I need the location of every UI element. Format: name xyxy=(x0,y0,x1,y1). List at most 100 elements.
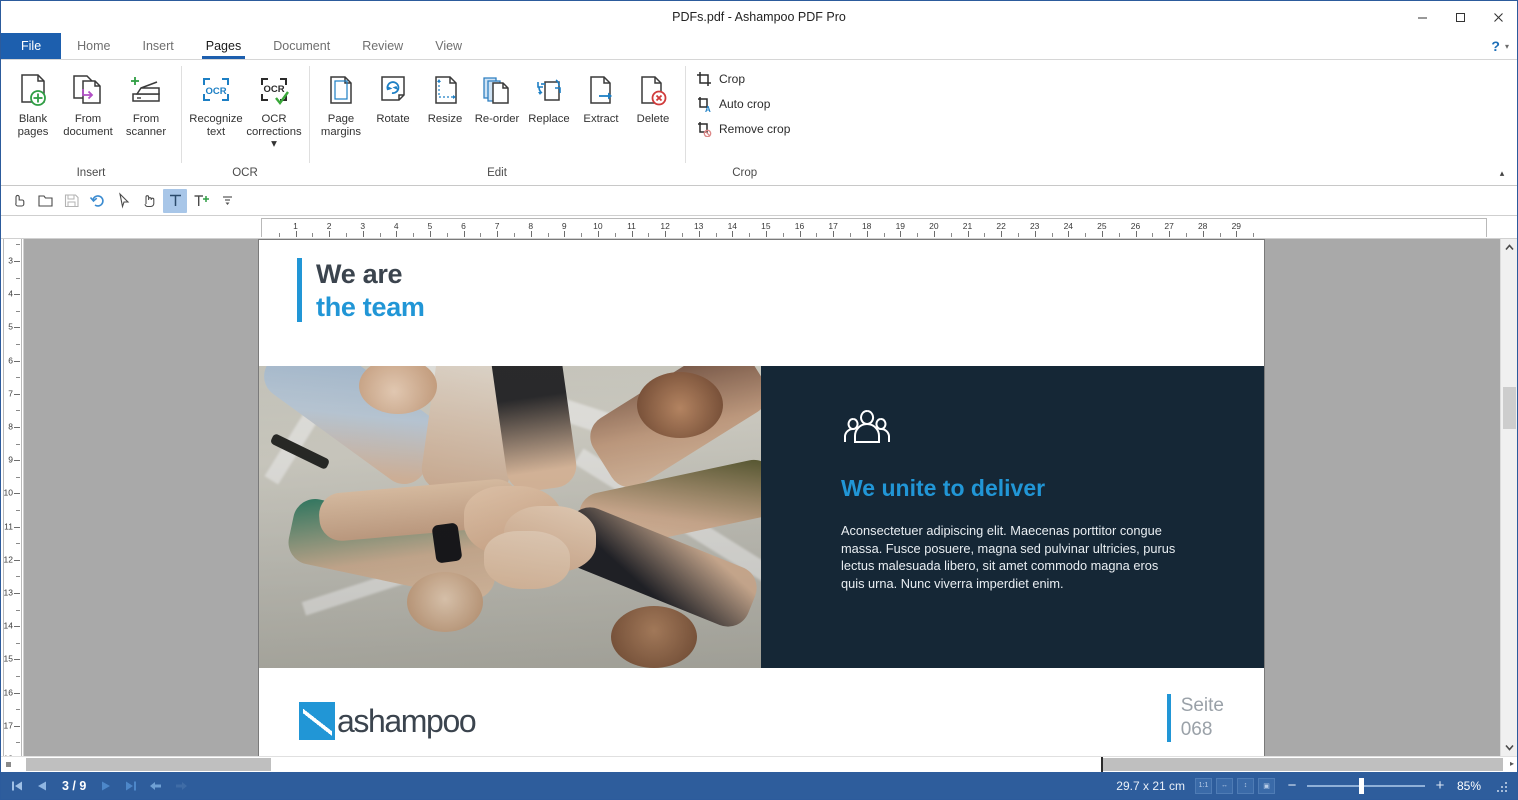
fit-page-button[interactable]: ↕ xyxy=(1237,777,1254,794)
ruler-tick-minor xyxy=(16,510,20,511)
tab-insert[interactable]: Insert xyxy=(127,33,190,59)
ruler-tick-minor xyxy=(1017,233,1019,237)
text-tool-icon[interactable] xyxy=(163,188,187,213)
maximize-button[interactable] xyxy=(1441,1,1479,33)
remove-crop-button[interactable]: Remove crop xyxy=(693,118,796,140)
resize-button[interactable]: Resize xyxy=(419,66,471,126)
navigate-back-button[interactable] xyxy=(146,776,166,796)
ruler-tick-minor xyxy=(1253,233,1255,237)
ruler-label: 3 xyxy=(8,255,13,266)
resize-grip[interactable] xyxy=(1497,780,1509,792)
ocr-corrections-button[interactable]: OCR OCR corrections ▾ xyxy=(245,66,303,151)
zoom-level[interactable]: 85% xyxy=(1457,779,1487,793)
toolbar-overflow-icon[interactable] xyxy=(215,189,239,213)
reorder-icon xyxy=(480,68,514,112)
ruler-label: 27 xyxy=(1164,221,1174,231)
extract-icon xyxy=(585,68,617,112)
remove-crop-icon xyxy=(695,120,713,138)
zoom-slider[interactable] xyxy=(1307,777,1425,794)
recognize-text-button[interactable]: OCR Recognize text xyxy=(187,66,245,138)
help-chevron-down-icon[interactable]: ▾ xyxy=(1505,42,1509,51)
zoom-slider-thumb[interactable] xyxy=(1359,777,1364,794)
from-scanner-icon xyxy=(127,68,165,112)
zoom-out-button[interactable]: − xyxy=(1285,778,1299,793)
hand-tool-icon[interactable] xyxy=(137,189,161,213)
close-button[interactable] xyxy=(1479,1,1517,33)
from-scanner-button[interactable]: From scanner xyxy=(117,66,175,138)
ruler-tick-minor xyxy=(782,233,784,237)
tab-file[interactable]: File xyxy=(1,33,62,59)
tab-document[interactable]: Document xyxy=(257,33,346,59)
help-icon[interactable]: ? xyxy=(1491,38,1500,54)
horizontal-scrollbar-secondary[interactable] xyxy=(1103,758,1503,771)
blank-pages-button[interactable]: Blank pages xyxy=(7,66,59,138)
open-folder-icon[interactable] xyxy=(33,189,57,213)
page-footer: ashampoo Seite 068 xyxy=(259,668,1264,756)
horizontal-ruler[interactable]: 1 2 3 4 5 6 7 8 9 10 11 12 13 14 15 16 17 18 19 20 21 22 23 24 2… xyxy=(1,216,1517,239)
ruler-label: 5 xyxy=(8,321,13,332)
ribbon-group-ocr: OCR Recognize text OCR OCR corrections ▾… xyxy=(181,60,309,185)
tab-view[interactable]: View xyxy=(419,33,478,59)
document-canvas[interactable]: We are the team We unite to deliver Acon… xyxy=(24,239,1500,756)
save-icon[interactable] xyxy=(59,189,83,213)
ruler-tick-minor xyxy=(480,233,482,237)
pdf-page[interactable]: We are the team We unite to deliver Acon… xyxy=(259,240,1264,756)
ruler-label: 18 xyxy=(861,221,872,231)
navigate-forward-button[interactable] xyxy=(171,776,191,796)
touch-mode-icon[interactable] xyxy=(7,189,31,213)
ruler-tick-minor xyxy=(345,233,347,237)
vertical-ruler[interactable]: 3456789101112131415161718 xyxy=(1,239,24,756)
reorder-button[interactable]: Re-order xyxy=(471,66,523,126)
crop-label: Crop xyxy=(719,72,746,86)
ruler-tick xyxy=(14,294,20,296)
scroll-down-icon[interactable] xyxy=(1501,739,1518,756)
ruler-tick-minor xyxy=(648,233,650,237)
vertical-scrollbar-thumb[interactable] xyxy=(1503,387,1516,429)
ribbon-collapse-chevron-up-icon[interactable]: ▴ xyxy=(1493,165,1511,181)
ruler-tick xyxy=(665,231,667,237)
ruler-tick xyxy=(14,559,20,561)
zoom-actual-size-button[interactable]: 1:1 xyxy=(1195,777,1212,794)
next-page-button[interactable] xyxy=(96,776,116,796)
add-text-icon[interactable] xyxy=(189,189,213,213)
minimize-button[interactable] xyxy=(1403,1,1441,33)
tab-review[interactable]: Review xyxy=(346,33,419,59)
extract-button[interactable]: Extract xyxy=(575,66,627,126)
crop-button[interactable]: Crop xyxy=(693,68,785,90)
dual-page-button[interactable]: ▣ xyxy=(1258,777,1275,794)
tab-home[interactable]: Home xyxy=(61,33,126,59)
tab-pages[interactable]: Pages xyxy=(190,33,257,59)
scroll-right-icon[interactable]: ▸ xyxy=(1510,759,1514,768)
fit-width-button[interactable]: ↔ xyxy=(1216,777,1233,794)
delete-button[interactable]: Delete xyxy=(627,66,679,126)
page-margins-button[interactable]: Page margins xyxy=(315,66,367,138)
scroll-left-icon[interactable] xyxy=(6,762,11,767)
rotate-button[interactable]: Rotate xyxy=(367,66,419,126)
ruler-tick xyxy=(799,231,801,237)
page-indicator[interactable]: 3 / 9 xyxy=(57,779,91,793)
crop-icon xyxy=(695,70,713,88)
ruler-label: 2 xyxy=(326,221,332,231)
ruler-tick xyxy=(597,231,599,237)
previous-page-button[interactable] xyxy=(32,776,52,796)
ribbon-group-crop: Crop A Auto crop Remove crop Crop xyxy=(685,60,804,185)
ruler-tick xyxy=(1236,231,1238,237)
scroll-up-icon[interactable] xyxy=(1501,239,1518,256)
auto-crop-button[interactable]: A Auto crop xyxy=(693,93,785,115)
horizontal-scrollbar[interactable]: ▸ xyxy=(1,756,1517,772)
ruler-tick-minor xyxy=(16,244,20,246)
last-page-button[interactable] xyxy=(121,776,141,796)
replace-button[interactable]: Replace xyxy=(523,66,575,126)
select-arrow-icon[interactable] xyxy=(111,189,135,213)
vertical-scrollbar[interactable] xyxy=(1500,239,1517,756)
ruler-tick xyxy=(530,231,532,237)
page-dimensions: 29.7 x 21 cm xyxy=(1116,778,1185,793)
application-window: PDFs.pdf - Ashampoo PDF Pro File Home In… xyxy=(0,0,1518,800)
heading-line-1: We are xyxy=(316,259,403,289)
first-page-button[interactable] xyxy=(7,776,27,796)
help-area: ? ▾ xyxy=(1491,33,1517,59)
undo-icon[interactable] xyxy=(85,189,109,213)
zoom-in-button[interactable]: + xyxy=(1433,778,1447,793)
horizontal-scrollbar-thumb[interactable] xyxy=(26,758,271,771)
from-document-button[interactable]: From document xyxy=(59,66,117,138)
